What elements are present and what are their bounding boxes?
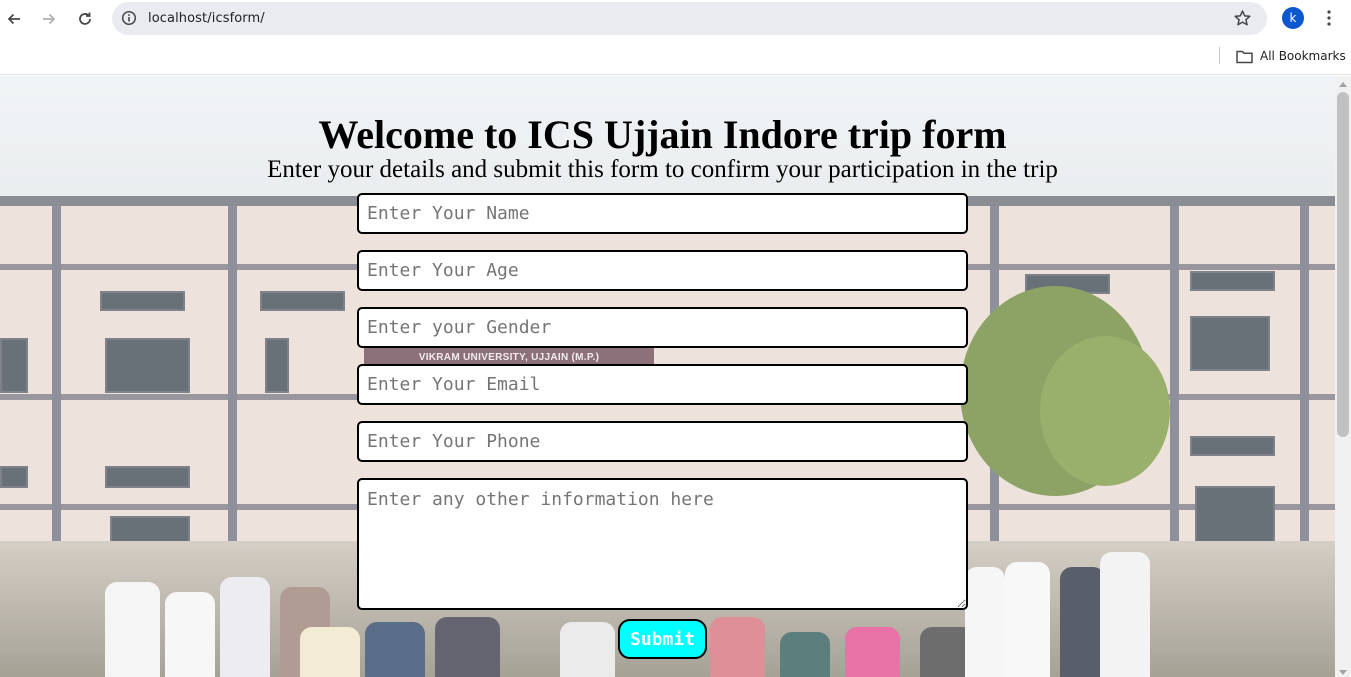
bookmark-star-icon[interactable] bbox=[1233, 9, 1252, 28]
age-input[interactable] bbox=[357, 250, 968, 291]
gender-input[interactable] bbox=[357, 307, 968, 348]
forward-arrow-icon[interactable] bbox=[37, 7, 61, 31]
email-input[interactable] bbox=[357, 364, 968, 405]
all-bookmarks-button[interactable]: All Bookmarks bbox=[1236, 47, 1346, 65]
reload-icon[interactable] bbox=[73, 7, 97, 31]
page-scrollbar[interactable] bbox=[1335, 76, 1351, 677]
name-input[interactable] bbox=[357, 193, 968, 234]
back-arrow-icon[interactable] bbox=[2, 7, 26, 31]
scroll-thumb[interactable] bbox=[1337, 92, 1349, 437]
page-title: Welcome to ICS Ujjain Indore trip form bbox=[318, 112, 1007, 157]
url-text: localhost/icsform/ bbox=[148, 11, 265, 26]
browser-toolbar: localhost/icsform/ k bbox=[0, 0, 1351, 38]
bookmarks-divider bbox=[1219, 47, 1220, 64]
bookmarks-bar: All Bookmarks bbox=[0, 38, 1351, 75]
address-bar[interactable]: localhost/icsform/ bbox=[112, 2, 1267, 35]
scroll-down-arrow-icon[interactable] bbox=[1339, 670, 1347, 675]
page-subtitle: Enter your details and submit this form … bbox=[267, 156, 1058, 183]
page-viewport: VIKRAM UNIVERSITY, UJJAIN (M.P.) Welcome… bbox=[0, 76, 1351, 677]
profile-avatar[interactable]: k bbox=[1282, 7, 1304, 29]
form-container: Welcome to ICS Ujjain Indore trip form E… bbox=[0, 76, 1335, 677]
phone-input[interactable] bbox=[357, 421, 968, 462]
scroll-up-arrow-icon[interactable] bbox=[1339, 82, 1347, 87]
site-info-icon[interactable] bbox=[121, 10, 137, 26]
folder-icon bbox=[1236, 50, 1253, 63]
other-info-textarea[interactable] bbox=[357, 478, 968, 610]
kebab-menu-icon[interactable] bbox=[1319, 8, 1339, 28]
all-bookmarks-label: All Bookmarks bbox=[1260, 49, 1346, 63]
submit-button[interactable]: Submit bbox=[618, 619, 707, 659]
